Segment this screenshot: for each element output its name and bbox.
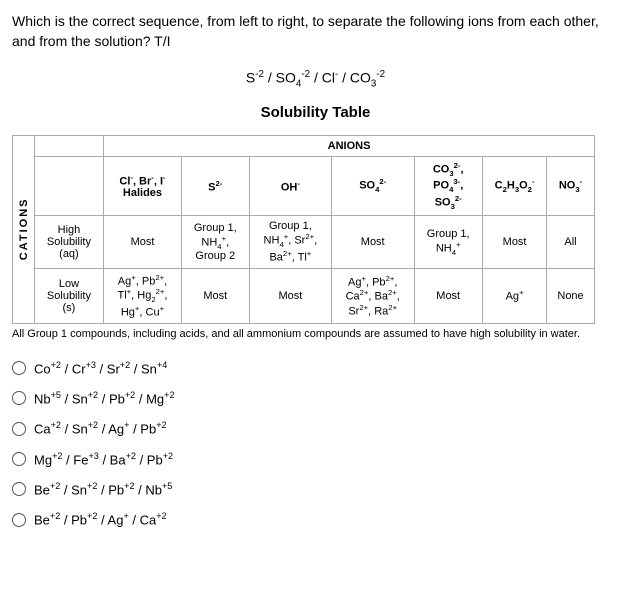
cell-high-s2: Group 1,NH4+,Group 2 — [181, 216, 249, 269]
radio-icon[interactable] — [12, 513, 26, 527]
option-b-label: Nb+5 / Sn+2 / Pb+2 / Mg+2 — [34, 390, 175, 406]
col-blank — [34, 156, 104, 216]
col-halides: Cl-, Br-, I-Halides — [104, 156, 181, 216]
row-low-label: LowSolubility(s) — [34, 268, 104, 323]
col-s2: S2- — [181, 156, 249, 216]
option-e[interactable]: Be+2 / Sn+2 / Pb+2 / Nb+5 — [12, 481, 619, 497]
cell-low-so4: Ag+, Pb2+,Ca2+, Ba2+,Sr2+, Ra2+ — [331, 268, 414, 323]
solubility-table: CATIONS ANIONS Cl-, Br-, I-Halides S2- O… — [12, 135, 595, 324]
option-a-label: Co+2 / Cr+3 / Sr+2 / Sn+4 — [34, 360, 167, 376]
col-no3: NO3- — [547, 156, 594, 216]
col-co3: CO32-,PO43-,SO32- — [414, 156, 482, 216]
radio-icon[interactable] — [12, 452, 26, 466]
table-footnote: All Group 1 compounds, including acids, … — [12, 328, 619, 340]
anions-header: ANIONS — [104, 135, 594, 156]
cell-high-halides: Most — [104, 216, 181, 269]
cell-high-acet: Most — [482, 216, 547, 269]
option-e-label: Be+2 / Sn+2 / Pb+2 / Nb+5 — [34, 481, 172, 497]
option-d[interactable]: Mg+2 / Fe+3 / Ba+2 / Pb+2 — [12, 451, 619, 467]
cell-low-s2: Most — [181, 268, 249, 323]
radio-icon[interactable] — [12, 482, 26, 496]
given-ions-formula: S-2 / SO4-2 / Cl- / CO3-2 — [12, 69, 619, 89]
option-d-label: Mg+2 / Fe+3 / Ba+2 / Pb+2 — [34, 451, 173, 467]
row-high-label: HighSolubility(aq) — [34, 216, 104, 269]
cell-low-oh: Most — [249, 268, 331, 323]
option-b[interactable]: Nb+5 / Sn+2 / Pb+2 / Mg+2 — [12, 390, 619, 406]
cell-low-no3: None — [547, 268, 594, 323]
col-oh: OH- — [249, 156, 331, 216]
row-high-solubility: HighSolubility(aq) Most Group 1,NH4+,Gro… — [13, 216, 595, 269]
table-title: Solubility Table — [12, 104, 619, 121]
option-a[interactable]: Co+2 / Cr+3 / Sr+2 / Sn+4 — [12, 360, 619, 376]
cell-low-acet: Ag+ — [482, 268, 547, 323]
empty-corner — [34, 135, 104, 156]
cations-header: CATIONS — [13, 135, 35, 323]
radio-icon[interactable] — [12, 422, 26, 436]
radio-icon[interactable] — [12, 391, 26, 405]
cell-low-halides: Ag+, Pb2+,Tl+, Hg22+,Hg+, Cu+ — [104, 268, 181, 323]
row-low-solubility: LowSolubility(s) Ag+, Pb2+,Tl+, Hg22+,Hg… — [13, 268, 595, 323]
option-f-label: Be+2 / Pb+2 / Ag+ / Ca+2 — [34, 511, 167, 527]
option-f[interactable]: Be+2 / Pb+2 / Ag+ / Ca+2 — [12, 511, 619, 527]
cell-high-oh: Group 1,NH4+, Sr2+,Ba2+, Tl+ — [249, 216, 331, 269]
radio-icon[interactable] — [12, 361, 26, 375]
col-so4: SO42- — [331, 156, 414, 216]
option-c[interactable]: Ca+2 / Sn+2 / Ag+ / Pb+2 — [12, 420, 619, 436]
col-acetate: C2H3O2- — [482, 156, 547, 216]
option-c-label: Ca+2 / Sn+2 / Ag+ / Pb+2 — [34, 420, 167, 436]
cell-high-co3: Group 1,NH4+ — [414, 216, 482, 269]
cell-high-so4: Most — [331, 216, 414, 269]
cell-low-co3: Most — [414, 268, 482, 323]
question-text: Which is the correct sequence, from left… — [12, 12, 619, 51]
cell-high-no3: All — [547, 216, 594, 269]
